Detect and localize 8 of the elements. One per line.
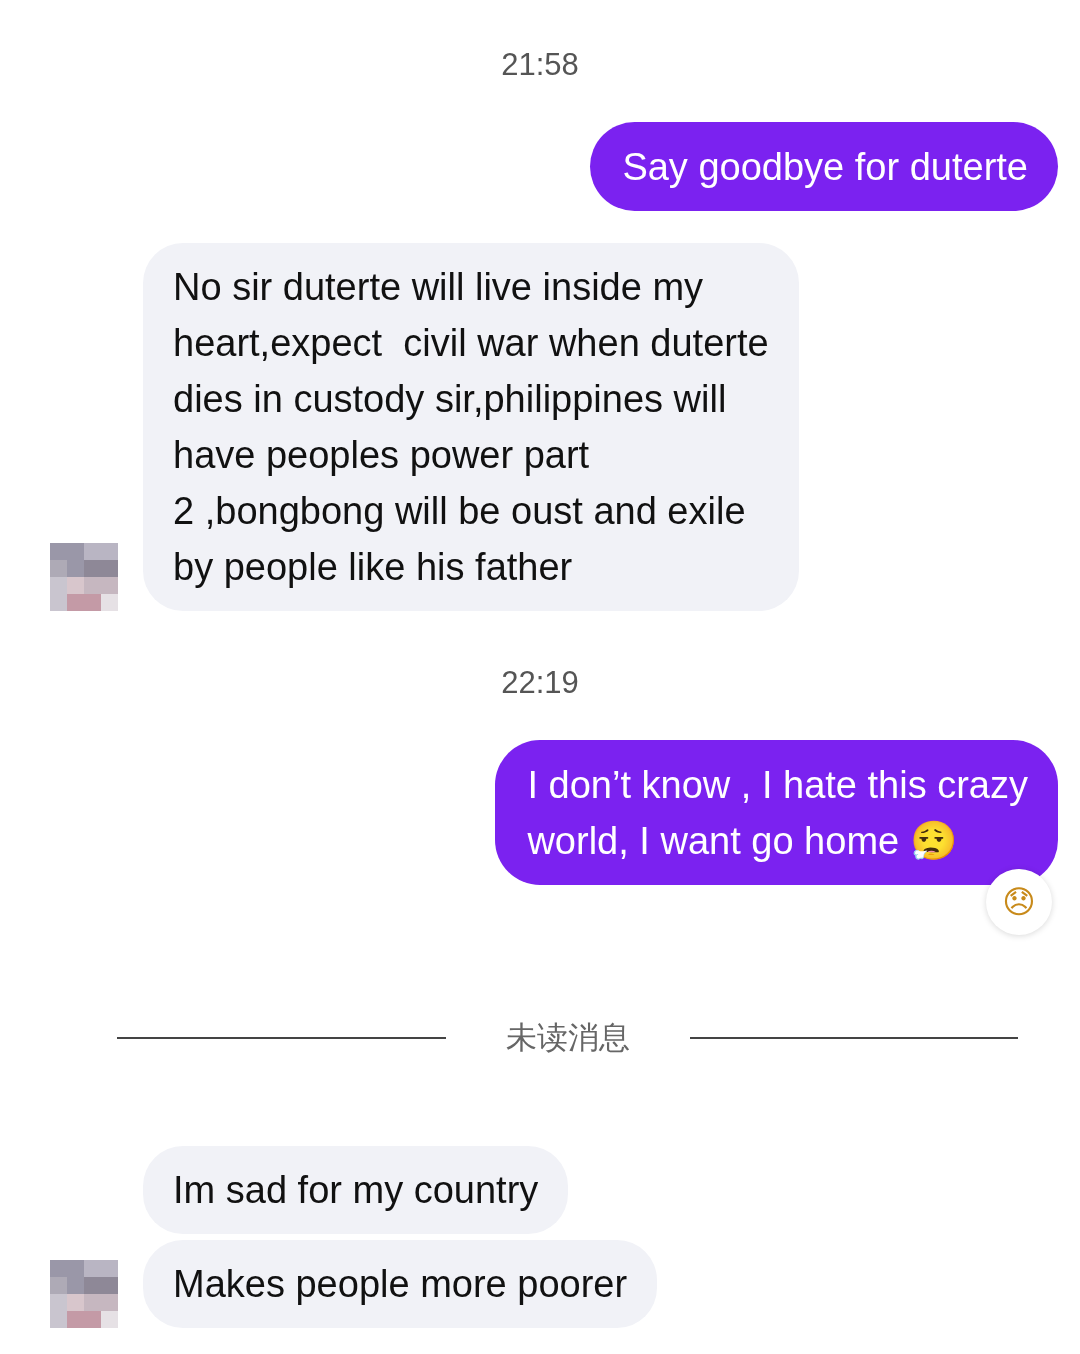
message-bubble: Say goodbye for duterte bbox=[590, 122, 1058, 211]
reaction-badge[interactable]: 😞 bbox=[986, 869, 1052, 935]
timestamp: 22:19 bbox=[501, 664, 579, 702]
message-bubble: No sir duterte will live inside my heart,expect civil war when duterte dies in custody sir,philippines will have peoples power part 2 ,bongbong will be oust and exile by people like his father bbox=[143, 243, 799, 611]
message-bubble: Makes people more poorer bbox=[143, 1240, 658, 1328]
message-bubble: Im sad for my country bbox=[143, 1146, 569, 1234]
unread-divider-label: 未读消息 bbox=[505, 1019, 630, 1057]
timestamp: 21:58 bbox=[501, 46, 579, 84]
